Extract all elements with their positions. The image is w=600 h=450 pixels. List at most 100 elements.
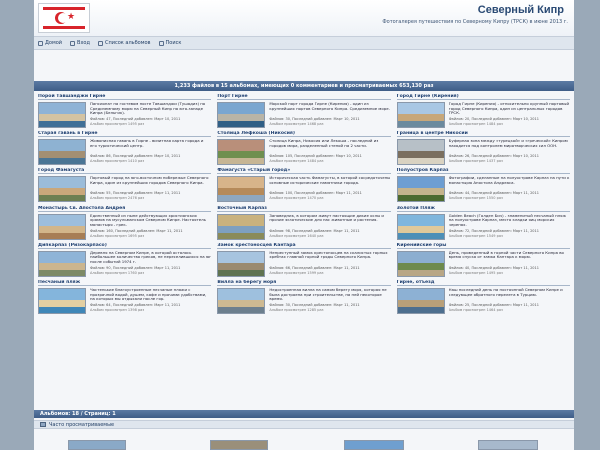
album-file-info: Файлов: 26, Последний добавлен: Март 10,… — [448, 154, 539, 159]
album-thumbnail[interactable] — [38, 250, 86, 277]
album-thumbnail[interactable] — [217, 213, 266, 240]
nav-album-list[interactable]: Список альбомов — [97, 40, 151, 46]
album-thumbnail[interactable] — [38, 213, 86, 240]
album-view-count: Альбом просмотрен 1484 раз — [269, 159, 324, 164]
album-view-count: Альбом просмотрен 1484 раз — [448, 122, 503, 126]
album-thumbnail[interactable] — [217, 102, 266, 128]
album-thumbnail[interactable] — [396, 139, 445, 166]
album-view-count: Альбом просмотрен 1398 раз — [90, 307, 145, 312]
album-title-link[interactable]: Песчаный пляж — [38, 280, 212, 286]
album-thumbnail[interactable] — [217, 287, 266, 314]
album-thumbnail[interactable] — [217, 176, 266, 203]
album-file-info: Файлов: 47, Последний добавлен: Март 10,… — [90, 117, 181, 121]
album-file-info: Файлов: 72, Последний добавлен: Март 11,… — [448, 228, 539, 233]
album-file-info: Файлов: 86, Последний добавлен: Март 10,… — [90, 154, 181, 159]
album-thumbnail[interactable] — [217, 250, 266, 277]
top-nav: Домой Вход Список альбомов Поиск — [34, 36, 574, 50]
album-view-count: Альбом просмотрен 1495 раз — [90, 122, 145, 126]
album-title-link[interactable]: Старая гавань в Гирне — [38, 131, 212, 138]
album-description: День, проведенный в горной части Северно… — [448, 250, 564, 260]
album-card: Песчаный пляж Частенькие благоустроенные … — [38, 280, 212, 315]
album-view-count: Альбом просмотрен 1495 раз — [448, 270, 503, 275]
popular-icon — [40, 422, 46, 427]
album-thumbnail[interactable] — [396, 250, 445, 277]
album-file-info: Файлов: 20, Последний добавлен: Март 10,… — [448, 117, 539, 121]
album-title-link[interactable]: Монастырь Св. Апостола Андрея — [38, 206, 212, 212]
album-card: Порой Тавшанджи Гирне Пансионат на гостев… — [38, 94, 212, 129]
site-title: Северный Кипр — [477, 4, 564, 16]
login-icon — [70, 40, 76, 46]
album-view-count: Альбом просмотрен 1437 раз — [448, 159, 503, 164]
album-card: Гирне, отъезд Наш последний день на посто… — [396, 280, 570, 315]
album-title-link[interactable]: Город Фамагуста — [38, 168, 212, 175]
popular-thumbnail[interactable] — [210, 440, 268, 450]
album-description: Пансионат на гостевом посте Тавшанджи (Т… — [90, 102, 206, 116]
album-thumbnail[interactable] — [38, 176, 86, 203]
album-title-link[interactable]: Вилла на берегу моря — [217, 280, 391, 286]
popular-thumbnail[interactable] — [344, 440, 404, 450]
album-description: Историческая часть Фамагусты, в которой … — [269, 176, 391, 185]
album-description: Портовый город на юго-восточном побережь… — [90, 176, 209, 185]
album-title-link[interactable]: Восточный Карпаз — [217, 206, 391, 212]
album-card: Замок крестоносцев Кантара Непреступный з… — [217, 243, 391, 278]
album-thumbnail[interactable] — [396, 287, 445, 314]
popular-label: Часто просматриваемые — [49, 421, 115, 428]
album-file-info: Файлов: 100, Последний добавлен: Март 11… — [269, 191, 362, 196]
album-description: Единственный из ныне действующих христиа… — [90, 213, 206, 227]
album-view-count: Альбом просмотрен 1470 раз — [269, 196, 324, 201]
popular-header: Часто просматриваемые — [34, 420, 574, 429]
nav-login[interactable]: Вход — [70, 40, 90, 46]
album-description: Фотографии, сделанные на полуострове Кар… — [448, 176, 570, 185]
album-description: Живописная гавань в Гирне - визитная кар… — [90, 139, 204, 148]
album-thumbnail[interactable] — [38, 102, 86, 128]
album-thumbnail[interactable] — [38, 287, 86, 314]
album-description: Заповедник, в котором живут настоящие ди… — [269, 213, 384, 223]
album-title-link[interactable]: Полуостров Карпаз — [396, 168, 570, 175]
popular-thumbnail[interactable] — [68, 440, 126, 450]
trnc-flag-logo[interactable]: ★ — [38, 3, 90, 33]
popular-thumbnail[interactable] — [478, 440, 538, 450]
album-view-count: Альбом просмотрен 1468 раз — [269, 122, 324, 126]
album-file-info: Файлов: 44, Последний добавлен: Март 11,… — [448, 191, 539, 196]
album-title-link[interactable]: Гирне, отъезд — [396, 280, 570, 286]
album-title-link[interactable]: Замок крестоносцев Кантара — [217, 243, 391, 249]
album-title-link[interactable]: Порой Тавшанджи Гирне — [38, 94, 212, 100]
album-file-info: Файлов: 40, Последний добавлен: Март 11,… — [448, 265, 539, 270]
album-view-count: Альбом просмотрен 1464 раз — [448, 307, 503, 312]
album-thumbnail[interactable] — [396, 102, 445, 128]
album-card: Старая гавань в Гирне Живописная гавань в… — [38, 131, 212, 166]
album-view-count: Альбом просмотрен 1640 раз — [269, 233, 324, 238]
album-card: Город Гирне (Кирения) Город Гирне (Кирени… — [396, 94, 570, 129]
album-card: Киренийские горы День, проведенный в горн… — [396, 243, 570, 278]
album-title-link[interactable]: Дипкарпаз (Ризокарпасо) — [38, 243, 212, 249]
nav-home[interactable]: Домой — [38, 40, 62, 46]
album-card: Золотой Пляж Golden Beach (Голден Бич) - … — [396, 206, 570, 241]
album-card: Восточный Карпаз Заповедник, в котором жи… — [217, 206, 391, 241]
site-subtitle: Фотогалерея путешествия по Северному Кип… — [382, 19, 568, 25]
album-description: Буферная зона между «турецкой» и «гречес… — [448, 139, 568, 148]
album-view-count: Альбом просмотрен 2476 раз — [90, 196, 145, 201]
album-file-info: Файлов: 66, Последний добавлен: Март 11,… — [269, 265, 360, 270]
home-icon — [38, 40, 43, 46]
nav-home-label: Домой — [45, 40, 63, 46]
album-title-link[interactable]: Столица Лефкоша (Никосия) — [217, 131, 391, 138]
album-card: Монастырь Св. Апостола Андрея Единственны… — [38, 206, 212, 241]
album-title-link[interactable]: Порт Гирне — [217, 94, 391, 100]
album-file-info: Файлов: 98, Последний добавлен: Март 11,… — [269, 228, 360, 233]
nav-login-label: Вход — [77, 40, 90, 46]
album-title-link[interactable]: Граница в центре Никосии — [396, 131, 570, 138]
album-thumbnail[interactable] — [396, 213, 445, 240]
album-card: Город Фамагуста Портовый город на юго-вос… — [38, 168, 212, 203]
album-card: Вилла на берегу моря Недостроенная вилла … — [217, 280, 391, 315]
album-title-link[interactable]: Город Гирне (Кирения) — [396, 94, 570, 100]
album-card: Порт Гирне Морской порт города Гирне (Кир… — [217, 94, 391, 129]
album-title-link[interactable]: Фамагуста «Старый город» — [217, 168, 391, 175]
album-thumbnail[interactable] — [38, 139, 86, 166]
nav-search[interactable]: Поиск — [158, 40, 181, 46]
album-title-link[interactable]: Киренийские горы — [396, 243, 570, 249]
album-description: Город Гирне (Кирения) - относительно кру… — [448, 102, 570, 116]
album-title-link[interactable]: Золотой Пляж — [396, 206, 570, 212]
album-thumbnail[interactable] — [396, 176, 445, 203]
album-description: Морской порт города Гирне (Кирения) - од… — [269, 102, 390, 111]
album-thumbnail[interactable] — [217, 139, 266, 166]
